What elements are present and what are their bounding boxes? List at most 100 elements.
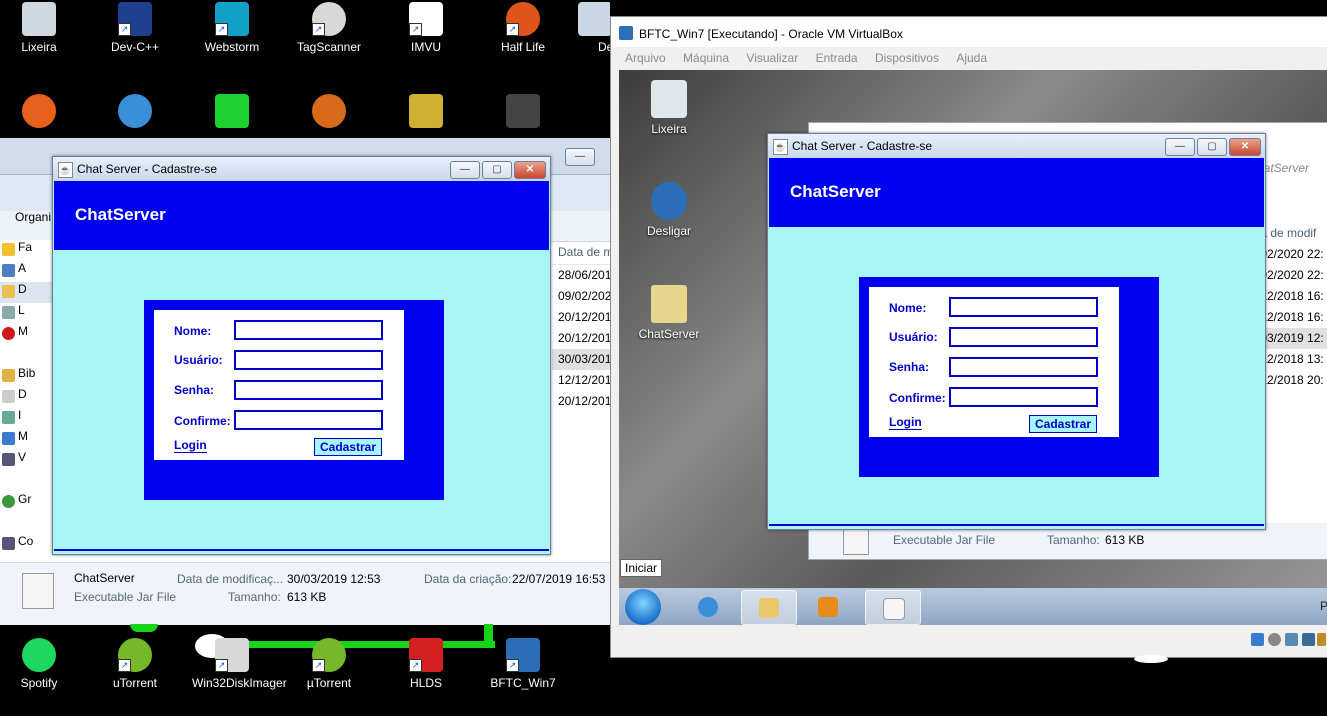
desktop-icon-tagscanner[interactable]: ↗ TagScanner: [289, 2, 369, 54]
hdd-status-icon[interactable]: [1251, 633, 1264, 646]
desktop-icon-bftc-win7[interactable]: ↗ BFTC_Win7: [483, 638, 563, 690]
maximize-button[interactable]: ▢: [482, 161, 512, 179]
guest-column-header[interactable]: ta de modif: [1257, 223, 1327, 244]
sidebar-item[interactable]: D: [0, 282, 52, 303]
password-input[interactable]: [949, 357, 1098, 377]
file-row-date[interactable]: 09/02/202: [552, 286, 610, 307]
guest-file-row-date[interactable]: /12/2018 16:: [1257, 286, 1327, 307]
usb-status-icon[interactable]: [1285, 633, 1298, 646]
chat-titlebar[interactable]: ☕ Chat Server - Cadastre-se — ▢ ✕: [768, 134, 1265, 158]
file-row-date[interactable]: 12/12/201: [552, 370, 610, 391]
menu-dispositivos[interactable]: Dispositivos: [875, 51, 939, 65]
user-input[interactable]: [949, 327, 1098, 347]
windows-start-orb-icon[interactable]: [625, 589, 661, 625]
login-link[interactable]: Login: [889, 415, 922, 430]
desktop-icon-webstorm[interactable]: ↗ Webstorm: [192, 2, 272, 54]
shared-folder-status-icon[interactable]: [1317, 633, 1326, 646]
taskbar-java[interactable]: [865, 590, 921, 625]
sidebar-item[interactable]: Gr: [0, 492, 52, 513]
desktop-icon-mutorrent[interactable]: ↗ µTorrent: [289, 638, 369, 690]
virtualbox-window[interactable]: BFTC_Win7 [Executando] - Oracle VM Virtu…: [610, 16, 1327, 658]
sidebar-item[interactable]: V: [0, 450, 52, 471]
details-modified-value: 30/03/2019 12:53: [287, 572, 381, 586]
chat-titlebar[interactable]: ☕ Chat Server - Cadastre-se — ▢ ✕: [53, 157, 550, 181]
sidebar-item[interactable]: D: [0, 387, 52, 408]
guest-desktop[interactable]: Lixeira Desligar ChatServer hatServer ta…: [619, 70, 1327, 625]
sidebar-item[interactable]: A: [0, 261, 52, 282]
virtualbox-titlebar[interactable]: BFTC_Win7 [Executando] - Oracle VM Virtu…: [611, 17, 1327, 47]
network-status-icon[interactable]: [1302, 633, 1315, 646]
shortcut-arrow-icon: ↗: [118, 23, 131, 36]
menu-arquivo[interactable]: Arquivo: [625, 51, 666, 65]
desktop-icon-imvu[interactable]: ↗ IMVU: [386, 2, 466, 54]
guest-icon-shutdown[interactable]: Desligar: [629, 182, 709, 238]
java-icon: [883, 598, 905, 620]
guest-icon-chatserver[interactable]: ChatServer: [629, 285, 709, 341]
file-row-date-selected[interactable]: 30/03/201: [552, 349, 610, 370]
login-link[interactable]: Login: [174, 438, 207, 453]
name-input[interactable]: [949, 297, 1098, 317]
menu-entrada[interactable]: Entrada: [816, 51, 858, 65]
desktop-icon-hlds[interactable]: ↗ HLDS: [386, 638, 466, 690]
menu-maquina[interactable]: Máquina: [683, 51, 729, 65]
close-button[interactable]: ✕: [1229, 138, 1261, 156]
desktop-icon-native[interactable]: [289, 94, 369, 132]
sidebar-item[interactable]: Fa: [0, 240, 52, 261]
taskbar-explorer[interactable]: [741, 590, 797, 625]
guest-file-row-date[interactable]: /02/2020 22:: [1257, 265, 1327, 286]
name-input[interactable]: [234, 320, 383, 340]
guest-icon-recycle-bin[interactable]: Lixeira: [629, 80, 709, 136]
sidebar-item[interactable]: I: [0, 408, 52, 429]
desktop-icon-recycle-bin[interactable]: Lixeira: [0, 2, 79, 54]
desktop-icon-safari[interactable]: [95, 94, 175, 132]
cd-status-icon[interactable]: [1268, 633, 1281, 646]
desktop-icon-ssms[interactable]: [386, 94, 466, 132]
minimize-button[interactable]: —: [1165, 138, 1195, 156]
desktop-icon-ref[interactable]: [483, 94, 563, 132]
desktop-icon-devcpp[interactable]: ↗ Dev-C++: [95, 2, 175, 54]
sidebar-item[interactable]: L: [0, 303, 52, 324]
menu-visualizar[interactable]: Visualizar: [746, 51, 798, 65]
file-row-date[interactable]: 20/12/201: [552, 307, 610, 328]
guest-file-row-date[interactable]: /12/2018 13:: [1257, 349, 1327, 370]
music-icon: [2, 432, 15, 445]
confirm-password-input[interactable]: [949, 387, 1098, 407]
safari-icon: [118, 94, 152, 128]
desktop-icon-firefox[interactable]: [0, 94, 79, 132]
desktop-icon-utorrent[interactable]: ↗ uTorrent: [95, 638, 175, 690]
sidebar-item[interactable]: M: [0, 429, 52, 450]
guest-file-row-date[interactable]: /12/2018 16:: [1257, 307, 1327, 328]
maximize-button[interactable]: ▢: [1197, 138, 1227, 156]
guest-file-row-date[interactable]: /12/2018 20:: [1257, 370, 1327, 391]
close-button[interactable]: ✕: [514, 161, 546, 179]
taskbar-media-player[interactable]: [801, 590, 855, 623]
computer-icon: [2, 537, 15, 550]
column-header-date[interactable]: Data de m: [552, 240, 610, 265]
file-row-date[interactable]: 20/12/201: [552, 391, 610, 412]
desktop-icon-partial[interactable]: De: [578, 2, 610, 54]
desktop-icon-spotify[interactable]: Spotify: [0, 638, 79, 690]
sidebar-item[interactable]: Co: [0, 534, 52, 555]
explorer-minimize-button[interactable]: —: [565, 148, 595, 166]
file-row-date[interactable]: 28/06/201: [552, 265, 610, 286]
guest-file-row-date-selected[interactable]: /03/2019 12:: [1257, 328, 1327, 349]
guest-taskbar: P: [619, 588, 1327, 625]
confirm-password-input[interactable]: [234, 410, 383, 430]
user-input[interactable]: [234, 350, 383, 370]
desktop-icon-w[interactable]: [192, 94, 272, 132]
organize-menu[interactable]: Organi: [15, 210, 51, 224]
menu-ajuda[interactable]: Ajuda: [956, 51, 987, 65]
guest-file-row-date[interactable]: /02/2020 22:: [1257, 244, 1327, 265]
taskbar-ie[interactable]: [681, 590, 735, 623]
chat-window-host[interactable]: ☕ Chat Server - Cadastre-se — ▢ ✕ ChatSe…: [52, 156, 551, 555]
register-button[interactable]: Cadastrar: [314, 438, 382, 456]
desktop-icon-half-life[interactable]: ↗ Half Life: [483, 2, 563, 54]
sidebar-item[interactable]: M: [0, 324, 52, 345]
minimize-button[interactable]: —: [450, 161, 480, 179]
password-input[interactable]: [234, 380, 383, 400]
register-button[interactable]: Cadastrar: [1029, 415, 1097, 433]
sidebar-item[interactable]: Bib: [0, 366, 52, 387]
desktop-icon-win32diskimager[interactable]: ↗ Win32DiskImager: [192, 638, 287, 690]
chat-window-guest[interactable]: ☕ Chat Server - Cadastre-se — ▢ ✕ ChatSe…: [767, 133, 1266, 530]
file-row-date[interactable]: 20/12/201: [552, 328, 610, 349]
